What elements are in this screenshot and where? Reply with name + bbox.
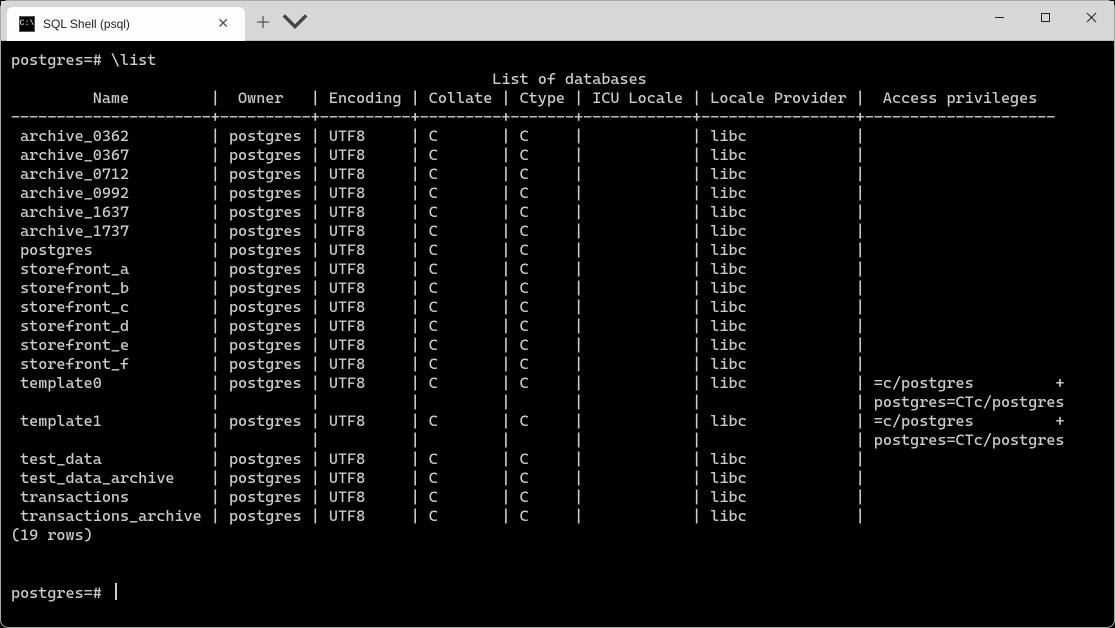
next-prompt: postgres=# xyxy=(11,584,102,602)
terminal-icon: C:\ xyxy=(19,16,35,32)
active-tab[interactable]: C:\ SQL Shell (psql) ✕ xyxy=(7,7,245,41)
tab-dropdown-button[interactable] xyxy=(281,7,309,35)
close-window-button[interactable] xyxy=(1068,1,1114,33)
terminal-output[interactable]: postgres=# \list List of databases Name … xyxy=(1,41,1114,611)
minimize-button[interactable] xyxy=(976,1,1022,33)
tab-title: SQL Shell (psql) xyxy=(43,17,130,31)
new-tab-button[interactable]: ＋ xyxy=(249,7,277,35)
cursor xyxy=(115,583,117,600)
window-titlebar: C:\ SQL Shell (psql) ✕ ＋ xyxy=(1,1,1114,41)
maximize-button[interactable] xyxy=(1022,1,1068,33)
close-tab-icon[interactable]: ✕ xyxy=(213,15,233,32)
window-controls xyxy=(976,1,1114,41)
psql-list-output: List of databases Name | Owner | Encodin… xyxy=(11,70,1115,525)
row-count: (19 rows) xyxy=(11,526,93,544)
prompt-line: postgres=# \list xyxy=(11,51,156,69)
